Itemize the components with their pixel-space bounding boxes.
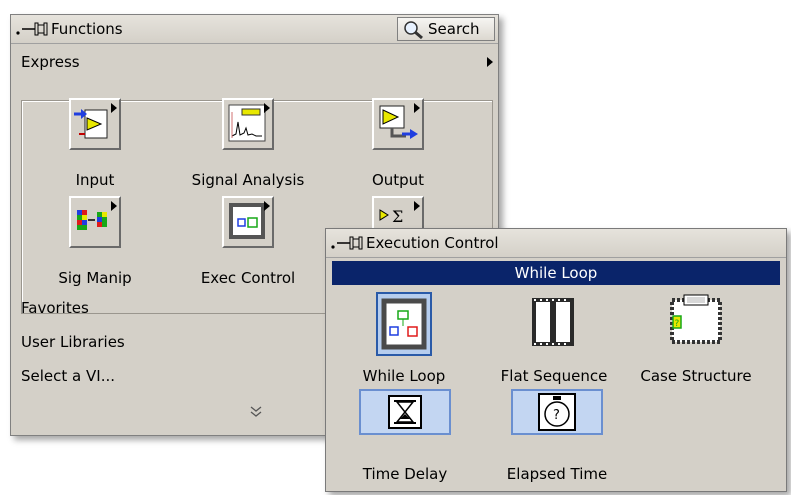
execution-control-palette: Execution Control While Loop While Loop …	[325, 228, 787, 492]
while-loop-palette-icon[interactable]	[376, 292, 432, 356]
input-palette-icon[interactable]	[69, 98, 121, 150]
express-input-icon	[74, 103, 117, 139]
express-category[interactable]: Express	[21, 53, 80, 71]
elapsed-time-icon: ?	[538, 393, 576, 431]
elapsed-time-label: Elapsed Time	[506, 465, 608, 483]
svg-text:Σ: Σ	[392, 207, 403, 226]
favorites-item[interactable]: Favorites	[21, 299, 89, 317]
submenu-arrow-icon	[487, 57, 493, 67]
execution-control-icon	[229, 201, 270, 239]
signal-analysis-label: Signal Analysis	[191, 171, 305, 189]
time-delay-icon	[388, 395, 422, 429]
search-label: Search	[428, 20, 480, 38]
case-structure-palette-icon[interactable]: ?	[666, 292, 726, 356]
flat-sequence-palette-icon[interactable]	[526, 292, 582, 356]
flat-sequence-icon	[532, 298, 574, 346]
user-libraries-item[interactable]: User Libraries	[21, 333, 125, 351]
signal-manipulation-icon	[77, 201, 117, 230]
svg-text:?: ?	[675, 319, 680, 329]
signal-analysis-palette-icon[interactable]	[222, 98, 274, 150]
input-label: Input	[75, 171, 115, 189]
signal-analysis-icon	[228, 103, 270, 142]
sig-manip-palette-icon[interactable]	[69, 196, 121, 248]
sig-manip-label: Sig Manip	[58, 269, 132, 287]
hovered-item-name-bar: While Loop	[332, 261, 780, 285]
functions-titlebar[interactable]: Functions Search	[11, 15, 498, 44]
flat-sequence-label: Flat Sequence	[500, 367, 608, 385]
time-delay-palette-icon[interactable]	[359, 389, 451, 435]
case-structure-label: Case Structure	[640, 367, 752, 385]
time-delay-label: Time Delay	[362, 465, 448, 483]
exec-titlebar[interactable]: Execution Control	[326, 229, 786, 258]
double-chevron-down-icon[interactable]	[249, 405, 263, 419]
output-label: Output	[371, 171, 425, 189]
exec-control-palette-icon[interactable]	[222, 196, 274, 248]
while-loop-icon	[381, 298, 427, 350]
svg-text:?: ?	[553, 408, 560, 423]
exec-palette-title: Execution Control	[366, 234, 499, 252]
exec-control-label: Exec Control	[200, 269, 296, 287]
output-palette-icon[interactable]	[372, 98, 424, 150]
while-loop-label: While Loop	[362, 367, 446, 385]
palette-title: Functions	[51, 20, 123, 38]
elapsed-time-palette-icon[interactable]: ?	[511, 389, 603, 435]
select-a-vi-item[interactable]: Select a VI...	[21, 367, 115, 385]
magnifier-icon	[404, 21, 423, 40]
express-output-icon	[379, 103, 420, 139]
search-button[interactable]: Search	[397, 17, 495, 41]
case-structure-icon: ?	[670, 294, 722, 344]
